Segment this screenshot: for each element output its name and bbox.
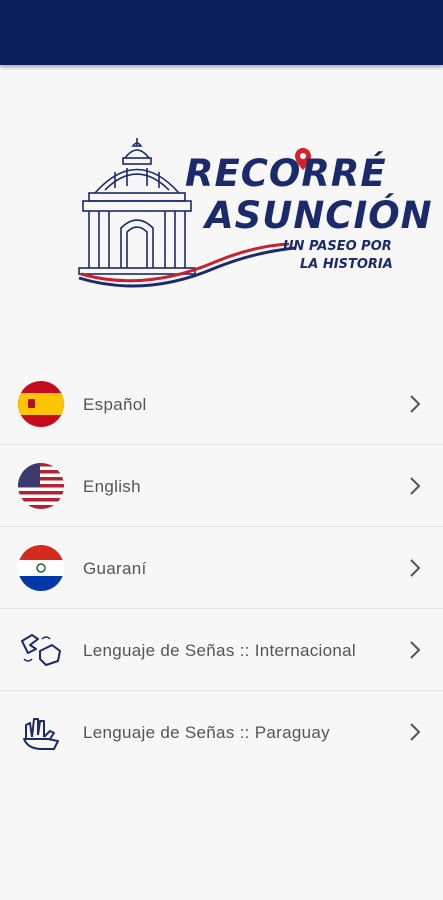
language-label: Guaraní — [83, 558, 147, 578]
language-label: Español — [83, 394, 147, 414]
logo-title-line1: RECORRÉ — [185, 152, 387, 195]
usa-flag-icon — [18, 463, 64, 509]
app-header-bar — [0, 0, 443, 65]
chevron-right-icon — [410, 477, 421, 495]
sign-language-icon — [21, 634, 61, 666]
logo-tagline-line2: LA HISTORIA — [300, 257, 393, 272]
language-item-espanol[interactable]: Español — [0, 363, 443, 445]
language-list: Español English Guaraní Lenguaje de Seña… — [0, 363, 443, 773]
language-item-guarani[interactable]: Guaraní — [0, 527, 443, 609]
app-logo: RECORRÉ ASUNCIÓN UN PASEO POR LA HISTORI… — [75, 128, 432, 298]
language-item-english[interactable]: English — [0, 445, 443, 527]
paraguay-flag-icon — [18, 545, 64, 591]
chevron-right-icon — [410, 395, 421, 413]
language-item-sign-paraguay[interactable]: Lenguaje de Señas :: Paraguay — [0, 691, 443, 773]
spain-flag-icon — [18, 381, 64, 427]
chevron-right-icon — [410, 559, 421, 577]
chevron-right-icon — [410, 723, 421, 741]
language-label: Lenguaje de Señas :: Paraguay — [83, 722, 330, 742]
language-label: Lenguaje de Señas :: Internacional — [83, 640, 356, 660]
logo-title-line2: ASUNCIÓN — [205, 194, 433, 237]
chevron-right-icon — [410, 641, 421, 659]
language-label: English — [83, 476, 141, 496]
language-item-sign-international[interactable]: Lenguaje de Señas :: Internacional — [0, 609, 443, 691]
logo-tagline-line1: UN PASEO POR — [283, 239, 392, 254]
sign-language-hands-icon — [23, 718, 59, 750]
